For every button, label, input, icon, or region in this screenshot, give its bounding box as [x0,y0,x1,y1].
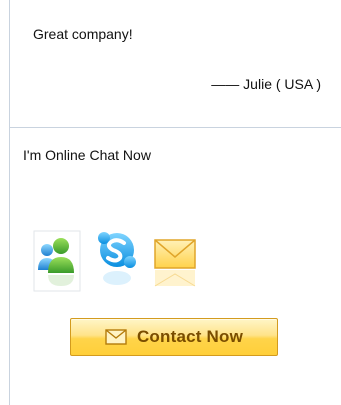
envelope-icon [105,329,127,345]
section-divider [9,127,341,128]
contact-now-button[interactable]: Contact Now [70,318,278,356]
testimonial-author: —— Julie ( USA ) [211,76,321,92]
email-icon[interactable] [151,230,199,292]
msn-messenger-icon[interactable] [33,230,81,292]
contact-now-label: Contact Now [136,327,244,346]
skype-icon[interactable] [91,230,143,292]
testimonial-quote: Great company! [33,26,133,42]
left-border [9,0,10,405]
chat-heading: I'm Online Chat Now [23,147,151,163]
